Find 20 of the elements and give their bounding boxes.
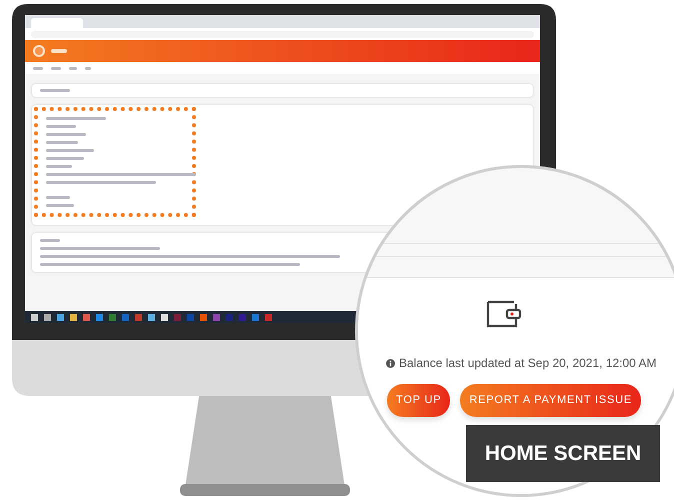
blurred-text [40,89,70,92]
blurred-text [46,133,86,136]
action-button[interactable]: REPORT A PAYMENT ISSUE [460,384,642,416]
logo-icon [33,45,45,57]
blurred-text [46,149,94,152]
blurred-text [46,157,84,160]
blurred-text [46,117,106,120]
action-button[interactable]: TOP UP [387,384,450,416]
balance-note: Balance last updated at Sep 20, 2021, 12:00 AM [399,355,657,372]
blurred-text [46,196,70,199]
blurred-text [46,204,74,207]
blurred-text [46,141,78,144]
blurred-text [51,49,67,53]
info-icon [386,358,395,368]
blurred-text [40,239,60,242]
blurred-text [85,66,91,70]
wallet-icon [486,298,522,328]
blurred-text [46,165,72,168]
blurred-text [46,125,76,128]
caption-label: HOME SCREEN [466,425,660,482]
